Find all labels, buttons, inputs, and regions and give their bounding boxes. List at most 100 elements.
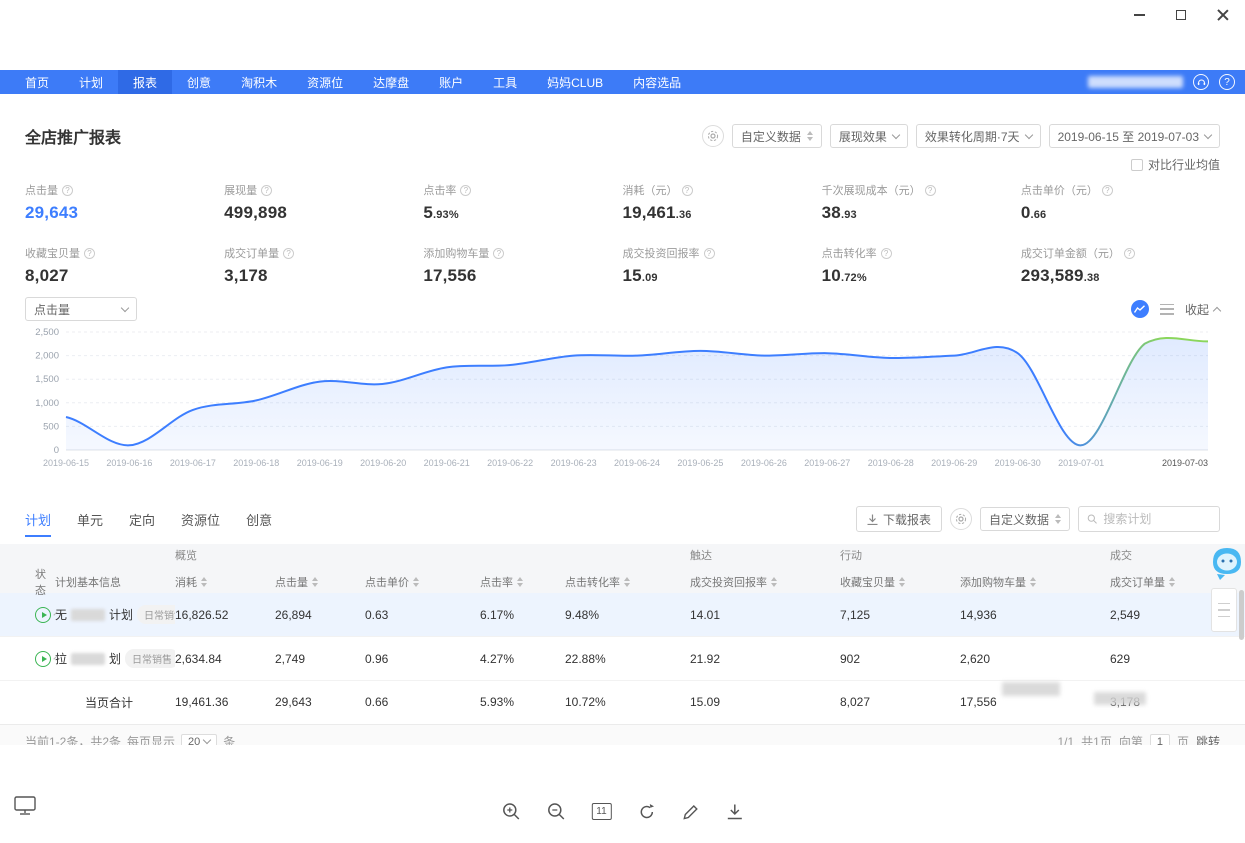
nav-item-home[interactable]: 首页: [10, 70, 64, 94]
table-custom-data-button[interactable]: 自定义数据: [979, 507, 1070, 531]
nav-item-mamaclub[interactable]: 妈妈CLUB: [532, 70, 618, 94]
tab-plan[interactable]: 计划: [25, 506, 52, 537]
metric-label: 消耗（元）: [622, 185, 678, 197]
plan-type-badge: 日常销售: [125, 649, 175, 668]
nav-item-plan[interactable]: 计划: [64, 70, 118, 94]
tab-resource[interactable]: 资源位: [181, 506, 220, 535]
chevron-up-icon: [1212, 306, 1222, 315]
service-icon[interactable]: [1193, 74, 1209, 90]
line-chart-icon[interactable]: [1130, 300, 1149, 318]
col-clicks[interactable]: 点击量: [275, 574, 365, 590]
col-carts[interactable]: 添加购物车量: [960, 574, 1110, 590]
table-row[interactable]: 无 计划 日常销售 16,826.52 26,894 0.63 6.17% 9.4…: [0, 593, 1245, 637]
col-ctr[interactable]: 点击率: [480, 574, 565, 590]
plan-status-running-icon[interactable]: [35, 606, 51, 623]
chart-metric-select[interactable]: 点击量: [25, 297, 137, 321]
plan-name-text: 拉: [55, 652, 68, 666]
goto-prefix: 向第: [1118, 735, 1143, 745]
metric-settings-button[interactable]: [701, 125, 724, 147]
plan-name-redacted: [71, 652, 106, 665]
zoom-in-icon[interactable]: [501, 802, 520, 821]
col-cost[interactable]: 消耗: [175, 574, 275, 590]
zoom-out-icon[interactable]: [546, 802, 565, 821]
metric-card-orders: 成交订单量? 3,178: [224, 245, 423, 286]
metric-value: 293,589.38: [1020, 266, 1100, 285]
chart-tools: 收起: [1130, 300, 1222, 318]
tab-unit[interactable]: 单元: [77, 506, 103, 535]
help-icon[interactable]: ?: [1219, 74, 1235, 90]
plan-search-input[interactable]: [1103, 512, 1211, 526]
compare-industry-checkbox[interactable]: 对比行业均值: [1130, 156, 1220, 173]
col-favorites[interactable]: 收藏宝贝量: [840, 574, 960, 590]
plan-name-redacted: [71, 608, 106, 621]
info-icon[interactable]: ?: [681, 184, 693, 196]
edit-pen-icon[interactable]: [682, 803, 700, 821]
page-size-select[interactable]: 20: [181, 733, 218, 745]
goto-page-input[interactable]: 1: [1149, 733, 1170, 745]
info-icon[interactable]: ?: [1101, 184, 1113, 196]
feedback-widget[interactable]: [1211, 588, 1237, 632]
chart-area: 0 500 1,000 1,500 2,000 2,500 2019-06-15 2019-0…: [20, 324, 1220, 474]
column-settings-button[interactable]: [949, 508, 972, 530]
info-icon[interactable]: ?: [924, 184, 936, 196]
info-icon[interactable]: ?: [493, 247, 505, 259]
metric-value: 17,556: [423, 266, 477, 285]
col-cvr[interactable]: 点击转化率: [565, 574, 690, 590]
info-icon[interactable]: ?: [703, 247, 715, 259]
tab-targeting[interactable]: 定向: [129, 506, 155, 535]
sort-arrows-icon: [1030, 577, 1036, 587]
info-icon[interactable]: ?: [460, 184, 472, 196]
save-download-icon[interactable]: [726, 803, 744, 821]
sort-arrows-icon: [517, 577, 523, 587]
plan-status-running-icon[interactable]: [35, 650, 51, 667]
window-maximize-button[interactable]: [1171, 5, 1191, 25]
svg-text:2019-06-21: 2019-06-21: [424, 458, 470, 468]
col-roi[interactable]: 成交投资回报率: [690, 574, 840, 590]
nav-item-resource[interactable]: 资源位: [292, 70, 358, 94]
goto-button[interactable]: 跳转: [1196, 733, 1220, 745]
monitor-icon[interactable]: [14, 796, 36, 821]
info-icon[interactable]: ?: [84, 247, 95, 259]
nav-item-account[interactable]: 账户: [424, 70, 478, 94]
metric-value: 38.93: [821, 203, 857, 222]
compare-industry-label: 对比行业均值: [1147, 158, 1220, 172]
window-close-button[interactable]: [1213, 5, 1233, 25]
nav-item-content-select[interactable]: 内容选品: [618, 70, 696, 94]
col-cpc[interactable]: 点击单价: [365, 574, 480, 590]
table-controls: 下载报表 自定义数据: [855, 506, 1220, 532]
refresh-icon[interactable]: [638, 803, 656, 821]
table-view-icon[interactable]: [1159, 303, 1174, 315]
cell-favorites: 7,125: [840, 607, 871, 622]
metric-value: 10.72%: [821, 266, 867, 285]
info-icon[interactable]: ?: [62, 184, 73, 196]
page-size-label: 每页显示: [127, 735, 176, 745]
display-effect-select[interactable]: 展现效果: [829, 124, 908, 148]
viewer-page-indicator[interactable]: 11: [591, 803, 612, 820]
custom-data-button[interactable]: 自定义数据: [731, 124, 822, 148]
nav-item-taojimu[interactable]: 淘积木: [226, 70, 292, 94]
info-icon[interactable]: ?: [283, 247, 295, 259]
plan-name[interactable]: 拉 划 日常销售: [55, 649, 175, 668]
search-icon: [1087, 514, 1097, 524]
nav-item-damopan[interactable]: 达摩盘: [358, 70, 424, 94]
assistant-mascot[interactable]: [1210, 544, 1244, 589]
conversion-cycle-select[interactable]: 效果转化周期·7天: [915, 124, 1041, 148]
tab-creative[interactable]: 创意: [246, 506, 272, 535]
collapse-toggle[interactable]: 收起: [1185, 301, 1222, 318]
chevron-down-icon: [1203, 130, 1213, 139]
info-icon[interactable]: ?: [261, 184, 273, 196]
date-range-picker[interactable]: 2019-06-15 至 2019-07-03: [1048, 124, 1220, 148]
nav-item-report[interactable]: 报表: [118, 70, 173, 94]
info-icon[interactable]: ?: [1123, 247, 1135, 259]
plan-name[interactable]: 无 计划 日常销售: [55, 605, 175, 624]
svg-text:2019-06-27: 2019-06-27: [804, 458, 850, 468]
svg-text:2019-07-03: 2019-07-03: [1162, 458, 1208, 468]
table-row[interactable]: 拉 划 日常销售 2,634.84 2,749 0.96 4.27% 22.88%…: [0, 637, 1245, 681]
info-icon[interactable]: ?: [880, 247, 892, 259]
metric-card-cvr: 点击转化率? 10.72%: [822, 245, 1021, 286]
scrollbar-thumb[interactable]: [1239, 590, 1244, 640]
window-minimize-button[interactable]: [1129, 5, 1149, 25]
download-report-button[interactable]: 下载报表: [855, 506, 942, 532]
nav-item-creative[interactable]: 创意: [172, 70, 226, 94]
nav-item-tools[interactable]: 工具: [478, 70, 532, 94]
